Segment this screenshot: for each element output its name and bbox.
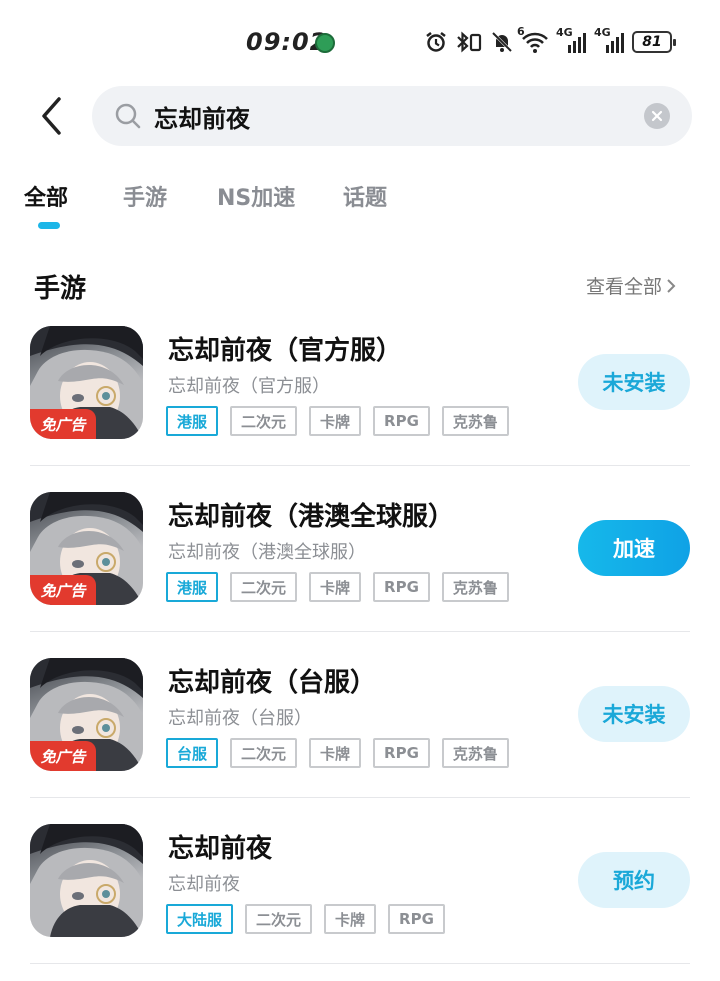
status-notification-icon: [315, 33, 335, 53]
app-subtitle: 忘却前夜（港澳全球服）: [168, 542, 366, 563]
app-action-button[interactable]: 预约: [578, 852, 690, 908]
genre-tag: 卡牌: [309, 738, 362, 768]
genre-tag: 克苏鲁: [441, 406, 509, 436]
ad-free-badge: 免广告: [30, 741, 96, 771]
tab-ns-boost[interactable]: NS加速: [217, 180, 295, 212]
app-icon: [30, 824, 143, 937]
genre-tag: RPG: [373, 406, 430, 436]
list-item[interactable]: 免广告 忘却前夜（官方服） 忘却前夜（官方服） 港服 二次元 卡牌 RPG 克苏鲁 未安…: [0, 300, 720, 466]
app-title: 忘却前夜（官方服）: [168, 336, 403, 366]
genre-tag: 二次元: [230, 572, 298, 602]
wifi-label: 6: [517, 25, 525, 38]
network-label-2: 4G: [594, 26, 611, 39]
server-tag: 港服: [166, 572, 219, 602]
server-tag: 大陆服: [166, 904, 234, 934]
app-tags: 大陆服 二次元 卡牌 RPG: [166, 904, 445, 934]
app-action-button[interactable]: 未安装: [578, 686, 690, 742]
view-all-link[interactable]: 查看全部: [586, 272, 676, 299]
battery-icon: 81: [632, 31, 676, 53]
alarm-icon: [424, 29, 448, 55]
wifi-icon: 6: [517, 25, 550, 55]
app-action-button[interactable]: 未安装: [578, 354, 690, 410]
app-title: 忘却前夜: [168, 834, 273, 864]
bluetooth-vibrate-icon: [454, 29, 484, 55]
genre-tag: 克苏鲁: [441, 572, 509, 602]
genre-tag: 二次元: [230, 406, 298, 436]
genre-tag: 克苏鲁: [441, 738, 509, 768]
list-item[interactable]: 忘却前夜 忘却前夜 大陆服 二次元 卡牌 RPG 预约: [0, 798, 720, 964]
app-icon: 免广告: [30, 326, 143, 439]
app-tags: 港服 二次元 卡牌 RPG 克苏鲁: [166, 572, 509, 602]
mute-icon: [490, 29, 514, 55]
character-portrait: [30, 824, 143, 937]
clear-search-button[interactable]: [644, 103, 670, 129]
app-tags: 台服 二次元 卡牌 RPG 克苏鲁: [166, 738, 509, 768]
status-icons: 6 4G 4G: [424, 25, 626, 56]
chevron-right-icon: [667, 278, 676, 293]
app-tags: 港服 二次元 卡牌 RPG 克苏鲁: [166, 406, 509, 436]
app-icon: 免广告: [30, 658, 143, 771]
genre-tag: 卡牌: [309, 406, 362, 436]
list-item[interactable]: 免广告 忘却前夜（台服） 忘却前夜（台服） 台服 二次元 卡牌 RPG 克苏鲁 未安装: [0, 632, 720, 798]
network-label-1: 4G: [556, 26, 573, 39]
genre-tag: 卡牌: [324, 904, 377, 934]
app-title: 忘却前夜（港澳全球服）: [168, 502, 455, 532]
app-subtitle: 忘却前夜（官方服）: [168, 376, 330, 397]
app-title: 忘却前夜（台服）: [168, 668, 377, 698]
close-icon: [651, 110, 663, 122]
active-tab-indicator: [38, 222, 60, 229]
genre-tag: RPG: [373, 738, 430, 768]
divider: [30, 963, 690, 964]
app-subtitle: 忘却前夜: [168, 874, 240, 895]
genre-tag: RPG: [388, 904, 445, 934]
search-bar[interactable]: [92, 86, 692, 146]
app-subtitle: 忘却前夜（台服）: [168, 708, 312, 729]
app-action-button[interactable]: 加速: [578, 520, 690, 576]
signal-icon-1: 4G: [556, 26, 588, 55]
tab-all[interactable]: 全部: [24, 180, 68, 212]
search-icon: [115, 103, 141, 129]
category-tabs: 全部 手游 NS加速 话题: [0, 180, 720, 240]
genre-tag: RPG: [373, 572, 430, 602]
tab-topics[interactable]: 话题: [343, 180, 387, 212]
list-item[interactable]: 免广告 忘却前夜（港澳全球服） 忘却前夜（港澳全球服） 港服 二次元 卡牌 RPG 克苏…: [0, 466, 720, 632]
view-all-label: 查看全部: [586, 276, 663, 298]
ad-free-badge: 免广告: [30, 575, 96, 605]
genre-tag: 二次元: [245, 904, 313, 934]
status-bar: 09:02 6 4G 4G 81: [0, 0, 720, 84]
tab-mobile-games[interactable]: 手游: [123, 180, 167, 212]
server-tag: 港服: [166, 406, 219, 436]
server-tag: 台服: [166, 738, 219, 768]
genre-tag: 卡牌: [309, 572, 362, 602]
search-input[interactable]: [154, 86, 624, 146]
signal-icon-2: 4G: [594, 26, 626, 55]
ad-free-badge: 免广告: [30, 409, 96, 439]
chevron-left-icon: [42, 97, 61, 135]
genre-tag: 二次元: [230, 738, 298, 768]
app-icon: 免广告: [30, 492, 143, 605]
back-button[interactable]: [30, 92, 74, 140]
battery-level: 81: [642, 34, 662, 50]
